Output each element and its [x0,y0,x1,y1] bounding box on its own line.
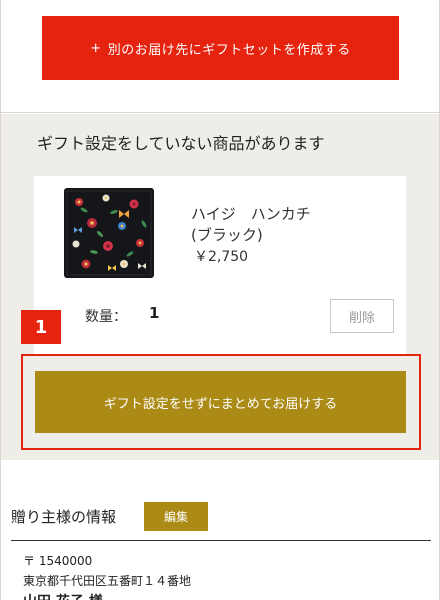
delete-button[interactable]: 削除 [330,299,394,333]
divider [11,540,431,541]
combine-delivery-button[interactable]: ギフト設定をせずにまとめてお届けする [35,371,406,433]
sender-address: 東京都千代田区五番町１４番地 [23,574,192,588]
add-gift-set-label: 別のお届け先にギフトセットを作成する [107,42,351,58]
quantity-value: 1 [149,304,160,322]
product-price: ￥2,750 [194,249,249,265]
top-band: + 別のお届け先にギフトセットを作成する [1,0,439,113]
sender-postal-code: 〒 1540000 [23,554,93,568]
unset-gift-heading: ギフト設定をしていない商品があります [37,134,325,153]
sender-info-section: 贈り主様の情報 編集 〒 1540000 東京都千代田区五番町１４番地 山田 花… [1,461,439,600]
product-card: ハイジ ハンカチ (ブラック) ￥2,750 数量： 1 削除 [34,176,406,356]
gift-settings-page: + 別のお届け先にギフトセットを作成する ギフト設定をしていない商品があります [0,0,440,600]
product-name[interactable]: ハイジ ハンカチ (ブラック) [191,204,311,246]
step-number-badge: 1 [21,310,61,344]
plus-icon: + [90,40,102,56]
sender-name: 山田 花子 様 [23,591,103,600]
sender-info-title: 贈り主様の情報 [11,508,117,526]
add-gift-set-button[interactable]: + 別のお届け先にギフトセットを作成する [42,16,399,80]
floral-handkerchief-image [64,188,154,278]
quantity-label: 数量： [85,309,127,325]
edit-sender-button[interactable]: 編集 [144,502,208,531]
unset-gift-section: ギフト設定をしていない商品があります ハイジ ハンカチ (ブラック) ￥2,75… [1,114,439,460]
product-name-line2: (ブラック) [191,226,263,244]
product-name-line1: ハイジ ハンカチ [191,205,311,223]
